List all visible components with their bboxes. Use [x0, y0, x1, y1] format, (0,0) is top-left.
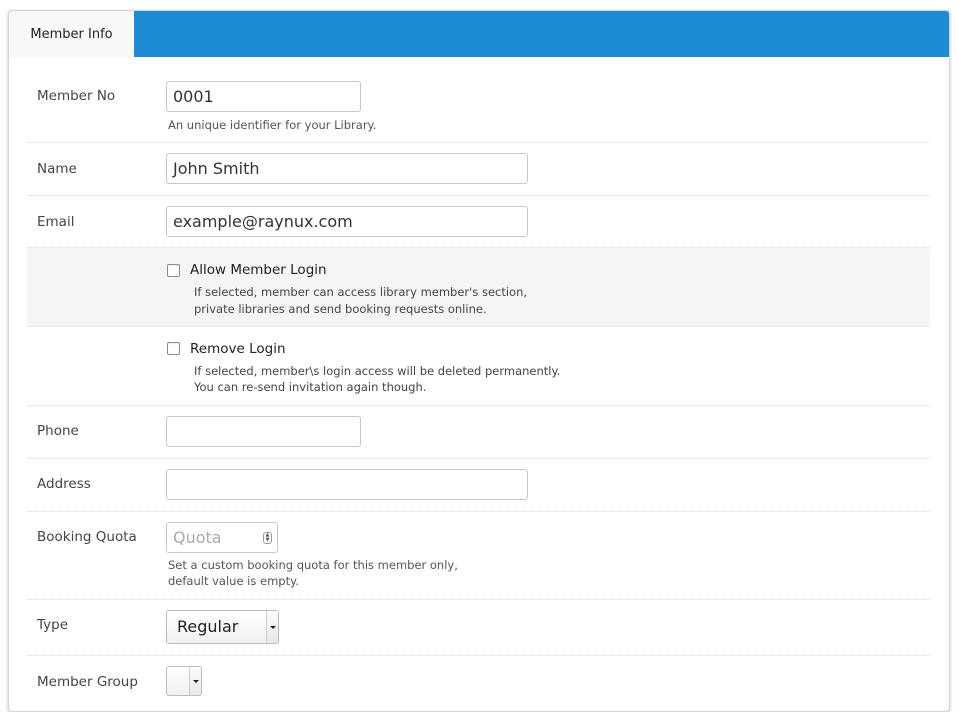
remove-login-label[interactable]: Remove Login: [190, 341, 286, 357]
member-no-help: An unique identifier for your Library.: [168, 118, 377, 132]
remove-login-help-2: You can re-send invitation again though.: [194, 380, 427, 394]
booking-quota-help-1: Set a custom booking quota for this memb…: [168, 558, 458, 572]
phone-row: Phone: [27, 406, 930, 459]
address-input[interactable]: [166, 469, 528, 500]
remove-login-row: Remove Login If selected, member\s login…: [27, 327, 930, 406]
type-select[interactable]: Regular: [166, 610, 279, 644]
type-selected-value: Regular: [177, 617, 239, 636]
address-row: Address: [27, 459, 930, 512]
chevron-down-icon: [266, 611, 278, 643]
remove-login-help-1: If selected, member\s login access will …: [194, 364, 561, 378]
booking-quota-help-2: default value is empty.: [168, 574, 299, 588]
address-label: Address: [37, 476, 91, 492]
name-row: Name John Smith: [27, 143, 930, 196]
phone-input[interactable]: [166, 416, 361, 447]
booking-quota-input[interactable]: Quota ▲ ▼: [166, 522, 278, 553]
member-group-label: Member Group: [37, 674, 138, 690]
allow-login-label[interactable]: Allow Member Login: [190, 262, 327, 278]
phone-label: Phone: [37, 423, 79, 439]
booking-quota-label: Booking Quota: [37, 529, 137, 545]
allow-login-help-1: If selected, member can access library m…: [194, 285, 528, 299]
allow-login-help-2: private libraries and send booking reque…: [194, 302, 487, 316]
email-row: Email example@raynux.com: [27, 196, 930, 248]
type-row: Type Regular: [27, 600, 930, 656]
allow-login-row: Allow Member Login If selected, member c…: [27, 248, 930, 327]
remove-login-checkbox[interactable]: [167, 342, 180, 355]
member-no-row: Member No 0001 An unique identifier for …: [27, 57, 930, 143]
allow-login-checkbox[interactable]: [167, 264, 180, 277]
type-label: Type: [37, 617, 69, 633]
email-input[interactable]: example@raynux.com: [166, 206, 528, 237]
chevron-down-icon: [189, 667, 201, 695]
booking-quota-placeholder: Quota: [173, 528, 222, 547]
quota-spinner-icon[interactable]: ▲ ▼: [263, 532, 272, 544]
tab-member-info[interactable]: Member Info: [9, 11, 134, 58]
email-label: Email: [37, 214, 75, 230]
member-no-input[interactable]: 0001: [166, 81, 361, 112]
booking-quota-row: Booking Quota Quota ▲ ▼ Set a custom book…: [27, 512, 930, 600]
member-form-panel: Member Info Member No 0001 An unique ide…: [8, 10, 950, 712]
name-label: Name: [37, 161, 77, 177]
member-group-select[interactable]: [166, 666, 202, 696]
name-input[interactable]: John Smith: [166, 153, 528, 184]
tab-bar: Member Info: [9, 11, 949, 58]
member-no-label: Member No: [37, 88, 116, 104]
